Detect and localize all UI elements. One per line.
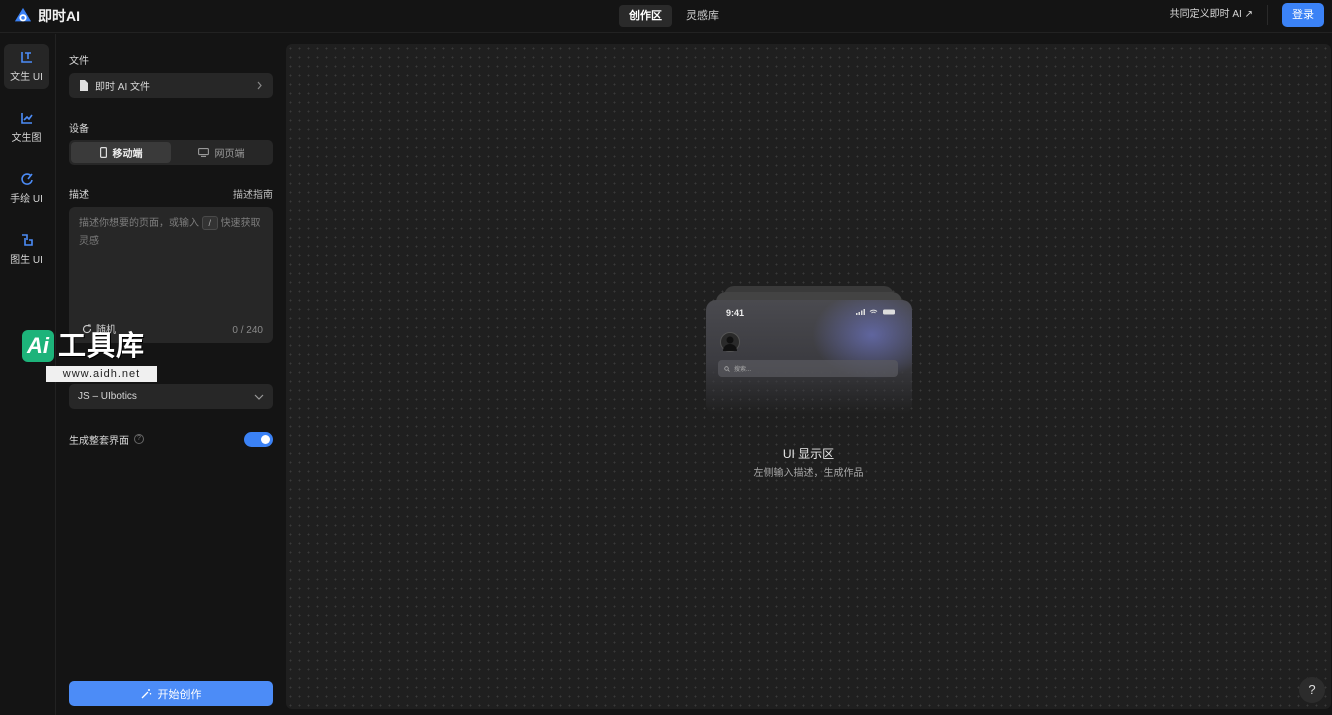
mobile-preview-illustration: 9:41 搜索... [706,284,912,414]
watermark: Ai 工具库 www.aidh.net [22,330,157,384]
canvas-title: UI 显示区 [782,447,835,461]
chevron-right-icon [257,81,262,90]
generate-full-label: 生成整套界面 ? [69,432,144,447]
rail-label: 文生图 [11,133,42,144]
device-option-mobile[interactable]: 移动端 [71,142,171,163]
slash-key: / [201,216,218,231]
device-toggle: 移动端 网页端 [69,140,273,165]
user-avatar-icon [723,336,737,351]
app-name: 即时AI [38,8,80,24]
rail-item-image-to-ui[interactable]: 图生 UI [4,227,49,272]
start-create-button[interactable]: 开始创作 [69,681,273,706]
chart-icon [20,113,33,124]
model-value: JS – UIbotics [78,391,137,402]
magic-wand-icon [141,689,151,699]
rail-label: 图生 UI [10,255,43,266]
file-title: 文件 [69,56,89,67]
logo[interactable]: 即时AI [14,6,80,26]
text-to-ui-icon [20,52,32,63]
char-counter: 0 / 240 [232,325,263,336]
preview-time: 9:41 [726,308,745,318]
tab-create[interactable]: 创作区 [619,5,672,27]
ui-canvas: 9:41 搜索... UI 显示区 左侧输入描述，生成作品 ? [286,44,1331,709]
phone-icon [99,147,107,158]
main-tabs: 创作区 灵感库 [619,5,729,27]
model-select[interactable]: JS – UIbotics [69,384,273,409]
canvas-subtitle: 左侧输入描述，生成作品 [753,468,864,479]
image-to-ui-icon [21,234,33,246]
rail-label: 手绘 UI [10,194,43,205]
device-title: 设备 [69,124,89,135]
logo-icon [14,7,32,22]
description-placeholder: 描述你想要的页面，或输入 / 快速获取灵感 [79,215,263,251]
file-select[interactable]: 即时 AI 文件 [69,73,273,98]
watermark-logo: Ai [22,330,54,362]
preview-avatar [720,332,740,352]
device-option-label: 网页端 [214,149,245,160]
help-button[interactable]: ? [1299,677,1325,703]
watermark-title: 工具库 [58,330,146,361]
watermark-url: www.aidh.net [46,366,157,382]
preview-search-placeholder: 搜索... [734,367,752,373]
login-button[interactable]: 登录 [1282,3,1324,27]
define-link[interactable]: 共同定义即时 AI ↗ [1170,5,1268,25]
tab-inspiration[interactable]: 灵感库 [676,5,729,27]
rail-item-sketch-to-ui[interactable]: 手绘 UI [4,166,49,211]
device-option-label: 移动端 [112,149,143,160]
device-option-web[interactable]: 网页端 [171,142,271,163]
generate-full-toggle[interactable] [244,431,273,447]
monitor-icon [197,148,209,157]
desc-title: 描述 [69,190,89,201]
chevron-down-icon [254,394,264,400]
desc-guide-link[interactable]: 描述指南 [233,186,273,201]
file-value: 即时 AI 文件 [95,82,151,93]
file-icon [80,80,88,91]
sketch-icon [20,173,33,185]
rail-item-text-to-ui[interactable]: 文生 UI [4,44,49,89]
preview-card-front: 9:41 搜索... [706,300,912,414]
top-right-actions: 共同定义即时 AI ↗ 登录 [1170,3,1324,27]
status-icons [856,309,895,315]
rail-item-text-to-image[interactable]: 文生图 [4,105,49,150]
search-icon [724,365,730,372]
start-create-label: 开始创作 [157,688,202,701]
top-bar: 即时AI 创作区 灵感库 共同定义即时 AI ↗ 登录 [0,0,1332,33]
description-input[interactable]: 描述你想要的页面，或输入 / 快速获取灵感 随机 0 / 240 [69,207,273,343]
generate-full-text: 生成整套界面 [69,435,129,447]
generate-full-row: 生成整套界面 ? [69,431,273,447]
info-icon[interactable]: ? [134,434,144,444]
placeholder-text-a: 描述你想要的页面，或输入 [79,218,199,229]
rail-label: 文生 UI [10,72,43,83]
preview-search-bar: 搜索... [718,360,898,377]
